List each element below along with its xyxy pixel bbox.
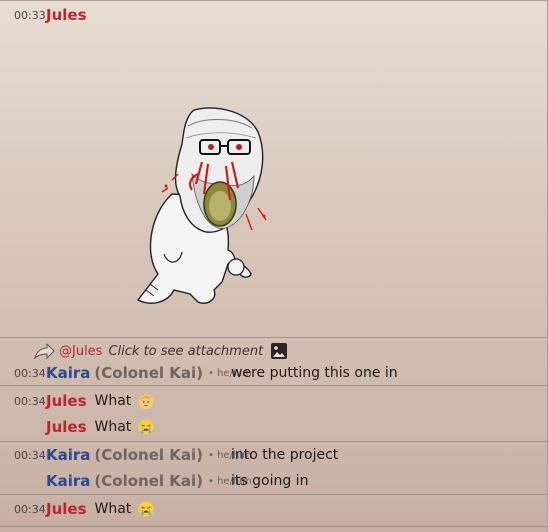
message-text: were putting this one in [231,365,398,381]
username[interactable]: Jules [46,392,87,410]
top-border [0,0,548,1]
message-text: into the project [231,447,339,463]
nickname: (Colonel Kai) [94,446,203,464]
message-row[interactable]: Jules What [0,414,548,440]
message-timestamp: 00:33 [14,8,46,22]
nickname: (Colonel Kai) [94,472,203,490]
reply-mention[interactable]: @Jules [59,344,102,359]
message-divider [0,337,548,338]
message-timestamp: 00:34 [14,394,46,408]
crying-face-emoji [138,501,154,517]
reply-text[interactable]: Click to see attachment [108,344,263,359]
username[interactable]: Jules [46,500,87,518]
message-divider [0,494,548,495]
message-text: its going in [231,473,309,489]
nickname: (Colonel Kai) [94,364,203,382]
reply-preview[interactable]: @Jules Click to see attachment [33,340,288,362]
crying-face-emoji [138,419,154,435]
message-timestamp: 00:34 [14,502,46,516]
message-row[interactable]: 00:34 Kaira (Colonel Kai) • he/him were … [0,360,548,386]
reply-arrow-icon [34,342,55,360]
message-text: What [94,393,132,409]
message-header-jules[interactable]: 00:33 Jules [0,2,548,28]
message-text: What [94,419,132,435]
message-row[interactable]: 00:34 Jules What [0,388,548,414]
message-divider [0,385,548,386]
username[interactable]: Jules [46,418,87,436]
username[interactable]: Kaira [46,364,90,382]
baby-face-emoji [139,394,154,410]
message-row[interactable]: 00:34 Kaira (Colonel Kai) • he/him into … [0,442,548,468]
message-timestamp: 00:34 [14,448,46,462]
message-row[interactable]: Kaira (Colonel Kai) • he/him its going i… [0,468,548,494]
username[interactable]: Kaira [46,446,90,464]
message-text: What [94,501,132,517]
message-timestamp: 00:34 [14,366,46,380]
image-icon [271,343,288,359]
wojak-sticker-image[interactable] [132,104,270,308]
message-divider [0,526,548,527]
message-row[interactable]: 00:34 Jules What [0,496,548,522]
username[interactable]: Kaira [46,472,90,490]
username[interactable]: Jules [46,6,87,24]
